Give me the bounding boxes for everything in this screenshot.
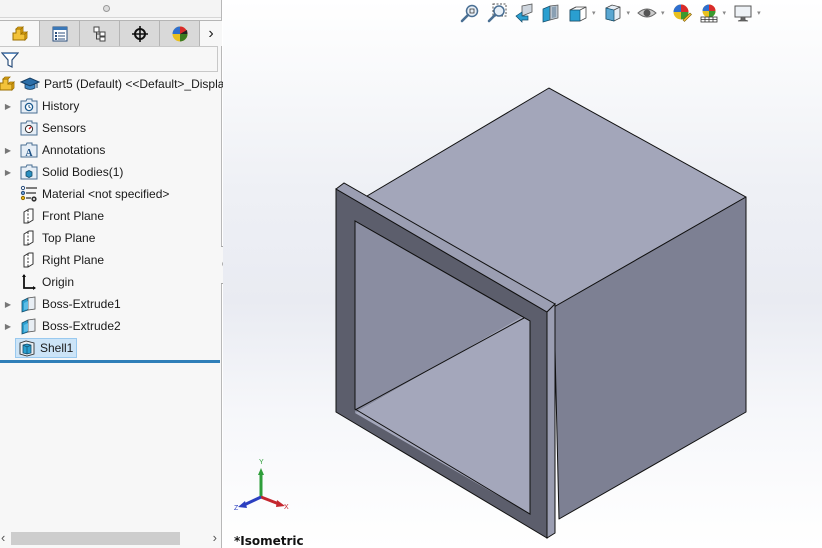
appearance-ball-icon [172, 26, 187, 41]
expand-arrow-icon[interactable]: ▶ [3, 102, 13, 111]
annotations-folder-icon: A [20, 141, 38, 159]
tree-item-boss-extrude1[interactable]: ▶ Boss-Extrude1 [0, 293, 222, 315]
tree-filter-bar[interactable] [0, 46, 218, 72]
tab-configuration-manager[interactable] [80, 20, 120, 46]
scroll-right-button[interactable]: › [213, 530, 217, 545]
tree-item-history[interactable]: ▶ History [0, 95, 222, 117]
tree-item-label: Top Plane [42, 231, 96, 245]
expand-arrow-icon[interactable]: ▶ [3, 146, 13, 155]
y-axis-label: Y [259, 459, 264, 466]
z-axis-label: Z [234, 505, 239, 512]
tree-item-right-plane[interactable]: Right Plane [0, 249, 222, 271]
expand-arrow-icon[interactable]: ▶ [3, 168, 13, 177]
tree-item-origin[interactable]: Origin [0, 271, 222, 293]
history-folder-icon [20, 97, 38, 115]
manager-tab-bar: › [0, 20, 222, 46]
rollback-bar[interactable] [0, 360, 220, 363]
origin-icon [20, 273, 38, 291]
material-icon [20, 185, 38, 203]
tree-item-label: Boss-Extrude2 [42, 319, 121, 333]
feature-tree: Part5 (Default) <<Default>_Displa ▶ Hist… [0, 73, 225, 359]
solid-bodies-folder-icon [20, 163, 38, 181]
tree-item-sensors[interactable]: Sensors [0, 117, 222, 139]
tree-root-part[interactable]: Part5 (Default) <<Default>_Displa [0, 73, 225, 95]
extrude-icon [20, 317, 38, 335]
tree-item-label: Annotations [42, 143, 106, 157]
selection-highlight: Shell1 [15, 338, 78, 358]
plane-icon [20, 229, 38, 247]
scroll-thumb[interactable] [11, 532, 180, 545]
configuration-manager-icon [93, 26, 105, 41]
tab-featuremanager-tree[interactable] [0, 20, 40, 46]
x-axis-label: X [284, 504, 289, 511]
tree-item-front-plane[interactable]: Front Plane [0, 205, 222, 227]
tree-item-label: Solid Bodies(1) [42, 165, 124, 179]
part-model[interactable] [223, 0, 822, 548]
view-orientation-label: *Isometric [234, 534, 304, 548]
x-axis-arrow [260, 495, 280, 506]
tree-item-material[interactable]: Material <not specified> [0, 183, 222, 205]
extrude-icon [20, 295, 38, 313]
crosshair-icon [131, 25, 148, 42]
feature-manager-panel: › Part5 (Default) <<Default>_Displa ▶ Hi… [0, 0, 225, 548]
part-icon [12, 25, 28, 41]
scroll-left-button[interactable]: ‹ [1, 530, 5, 545]
tree-item-label: Right Plane [42, 253, 105, 267]
y-axis-head [258, 468, 264, 475]
tree-item-label: Sensors [42, 121, 87, 135]
expand-arrow-icon[interactable]: ▶ [3, 300, 13, 309]
horizontal-scrollbar[interactable]: ‹ › [0, 530, 221, 546]
plane-icon [20, 207, 38, 225]
tab-dimxpert-manager[interactable] [120, 20, 160, 46]
expand-arrow-icon[interactable]: ▶ [3, 322, 13, 331]
tree-item-label: Material <not specified> [42, 187, 170, 201]
z-axis-arrow [243, 495, 262, 507]
z-axis-head [238, 501, 247, 508]
tree-root-label: Part5 (Default) <<Default>_Displa [44, 77, 225, 91]
tree-item-label: Boss-Extrude1 [42, 297, 121, 311]
panel-grip[interactable] [0, 0, 221, 18]
tree-item-top-plane[interactable]: Top Plane [0, 227, 222, 249]
tree-item-label: Shell1 [40, 341, 74, 355]
tabs-more-button[interactable]: › [200, 20, 222, 46]
part-icon [0, 75, 18, 93]
flange-right-edge [546, 302, 556, 539]
graduation-cap-icon [20, 75, 40, 93]
tree-item-shell1[interactable]: Shell1 [0, 337, 222, 359]
tab-property-manager[interactable] [40, 20, 80, 46]
reference-triad: Y X Z [234, 459, 289, 512]
tree-item-label: Front Plane [42, 209, 105, 223]
tree-item-solid-bodies[interactable]: ▶ Solid Bodies(1) [0, 161, 222, 183]
plane-icon [20, 251, 38, 269]
graphics-area[interactable]: ▾ ▾ ▾ ▾ ▾ Y X Z *Isometric [223, 0, 822, 548]
sensors-folder-icon [20, 119, 38, 137]
filter-funnel-icon [1, 52, 19, 68]
tree-item-label: Origin [42, 275, 75, 289]
shell-icon [18, 339, 36, 357]
property-manager-icon [52, 26, 67, 41]
tree-item-boss-extrude2[interactable]: ▶ Boss-Extrude2 [0, 315, 222, 337]
grip-dot [103, 5, 110, 12]
tree-item-annotations[interactable]: ▶ A Annotations [0, 139, 222, 161]
tree-item-label: History [42, 99, 80, 113]
svg-text:A: A [25, 148, 33, 158]
tab-display-manager[interactable] [160, 20, 200, 46]
